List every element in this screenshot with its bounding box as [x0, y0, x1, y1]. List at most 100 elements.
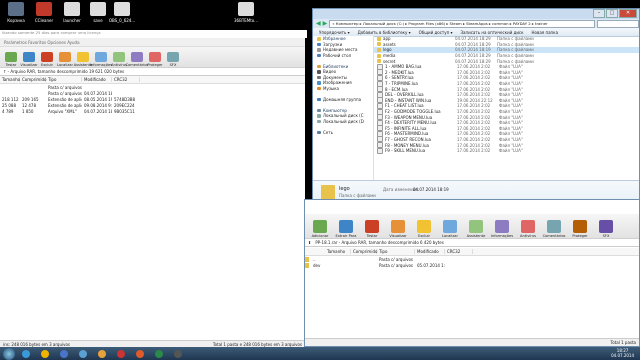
desktop-icon[interactable]: CCleaner [30, 2, 58, 23]
left-rar-menu[interactable]: Parámetros Favoritos Opciones Ayuda [0, 38, 305, 47]
table-cell: 12 478 [22, 102, 36, 108]
explorer-window: – □ ✕ ◀ ▶ « Компьютер ▸ Локальный диск (… [312, 8, 640, 212]
command-button[interactable]: Записать на оптический диск [460, 30, 523, 35]
command-button[interactable]: Упорядочить ▾ [319, 30, 350, 35]
nav-item-icon [317, 42, 321, 46]
taskbar-app[interactable] [94, 348, 110, 359]
start-button[interactable] [3, 347, 15, 360]
toolbar-icon [113, 52, 125, 62]
toolbar-button[interactable]: Excluir [38, 48, 56, 67]
column-header[interactable]: Modificado [415, 249, 445, 254]
taskbar-app[interactable] [18, 348, 34, 359]
taskbar-app[interactable] [113, 348, 129, 359]
address-input[interactable]: « Компьютер ▸ Локальный диск (C:) ▸ Prog… [329, 19, 595, 28]
toolbar-button[interactable]: Adicionar [307, 215, 333, 238]
toolbar-button[interactable]: Extrair Para [333, 215, 359, 238]
command-button[interactable]: Добавить в библиотеку ▾ [358, 30, 411, 35]
toolbar-label: Antivírus [111, 63, 127, 67]
desktop-icon-label: OBS_0_624... [108, 18, 136, 23]
file-name: 2 - MEDKIT.lua [385, 69, 414, 75]
taskbar-app[interactable] [151, 348, 167, 359]
minimize-button[interactable]: – [593, 9, 605, 18]
column-header[interactable]: Tamanho [325, 249, 351, 254]
bottom-rar-pathbar[interactable]: ⬆ PP-18.1.rar - Arquivo RAR, tamanho des… [305, 239, 639, 247]
desktop-icon[interactable]: Корзина [2, 2, 30, 23]
file-date: 17.06.2014 2:02 [457, 136, 491, 142]
table-cell: 218 112 [2, 96, 19, 102]
desktop-icon[interactable]: launcher [58, 2, 86, 23]
left-rar-pathbar[interactable]: ↑ - Arquivo RAR, tamanho descomprimido 1… [0, 68, 305, 76]
toolbar-label: SFX [602, 234, 610, 238]
taskbar-app[interactable] [37, 348, 53, 359]
table-cell: 9B035C11 [114, 108, 135, 114]
toolbar-button[interactable]: Localizar [56, 48, 74, 67]
nav-item-label: Библиотеки [323, 63, 349, 69]
taskbar-app[interactable] [56, 348, 72, 359]
toolbar-button[interactable]: Comentários [125, 48, 149, 67]
desktop-icon[interactable]: 36BTEMto... [232, 2, 260, 23]
toolbar-button[interactable]: Localizar [437, 215, 463, 238]
desktop-icon[interactable]: OBS_0_624... [108, 2, 136, 23]
taskbar-app[interactable] [75, 348, 91, 359]
table-cell: Arquivo "XML" [48, 108, 77, 114]
toolbar-label: Testar [366, 234, 378, 238]
taskbar-app[interactable] [170, 348, 186, 359]
back-icon[interactable]: ◀ [316, 20, 321, 27]
toolbar-button[interactable]: Informações [489, 215, 515, 238]
toolbar-button[interactable]: Visualizar [20, 48, 38, 67]
column-header[interactable]: Comprimido [351, 249, 377, 254]
toolbar-label: Extrair Para [335, 234, 357, 238]
search-input[interactable] [597, 19, 639, 28]
taskbar-app-icon [22, 349, 30, 358]
file-type: Файл "LUA" [499, 125, 523, 131]
toolbar-button[interactable]: Informações [90, 48, 112, 67]
nav-item-icon [317, 81, 321, 85]
file-name: secret [383, 58, 396, 64]
column-header[interactable]: CRC32 [112, 77, 140, 82]
toolbar-button[interactable]: Testar [359, 215, 385, 238]
taskbar-app[interactable] [132, 348, 148, 359]
table-cell: Extensão de aplic... [48, 102, 82, 108]
column-header[interactable]: CRC32 [445, 249, 473, 254]
toolbar-button[interactable]: SFX [164, 48, 182, 67]
toolbar-button[interactable]: Excluir [411, 215, 437, 238]
column-header[interactable]: Comprimido [20, 77, 46, 82]
toolbar-label: Antivírus [520, 234, 536, 238]
column-header[interactable]: Tamanho [0, 77, 20, 82]
command-button[interactable]: Общий доступ ▾ [419, 30, 453, 35]
toolbar-button[interactable]: Antivírus [515, 215, 541, 238]
toolbar-label: SFX [169, 63, 177, 67]
bottom-winrar-window: Adicionar Extrair Para Testar Visualizar Exc… [304, 199, 640, 347]
file-row[interactable]: F9 - SKILL MENU.lua 17.06.2014 2:02 Файл "… [374, 147, 639, 154]
toolbar-button[interactable]: Comentários [541, 215, 567, 238]
table-row[interactable]: dev Pasta c/ arquivos 05.07.2014 1:31 [305, 262, 639, 268]
column-header[interactable]: Tipo [46, 77, 82, 82]
toolbar-label: Informações [490, 234, 514, 238]
toolbar-button[interactable]: Proteger [567, 215, 593, 238]
file-type: Папка с файлами [497, 53, 534, 59]
file-date: 17.06.2014 2:02 [457, 86, 491, 92]
toolbar-button[interactable]: Assistente [463, 215, 489, 238]
column-header[interactable]: Tipo [377, 249, 415, 254]
explorer-titlebar[interactable]: – □ ✕ [313, 9, 639, 19]
table-cell: 5748D3B8 [114, 96, 136, 102]
close-button[interactable]: ✕ [619, 9, 637, 18]
nav-item-icon [317, 97, 321, 101]
toolbar-icon [77, 52, 89, 62]
bottom-rar-menu[interactable] [305, 200, 639, 210]
column-header[interactable]: Modificado [82, 77, 112, 82]
toolbar-button[interactable]: Testar [2, 48, 20, 67]
command-button[interactable]: Новая папка [532, 30, 559, 35]
up-icon[interactable]: ⬆ [308, 240, 311, 245]
toolbar-label: Comentários [125, 63, 149, 67]
nav-item[interactable]: Сеть [313, 130, 373, 136]
toolbar-button[interactable]: SFX [593, 215, 619, 238]
clock[interactable]: 18:27 04.07.2014 [611, 348, 634, 358]
toolbar-icon [339, 220, 353, 233]
toolbar-button[interactable]: Proteger [146, 48, 164, 67]
maximize-button[interactable]: □ [606, 9, 618, 18]
forward-icon[interactable]: ▶ [323, 20, 328, 27]
table-row[interactable]: 4 789 1 850 Arquivo "XML" 04.07.2014 18:459… [0, 108, 305, 114]
toolbar-button[interactable]: Visualizar [385, 215, 411, 238]
file-type: Файл "LUA" [499, 136, 523, 142]
